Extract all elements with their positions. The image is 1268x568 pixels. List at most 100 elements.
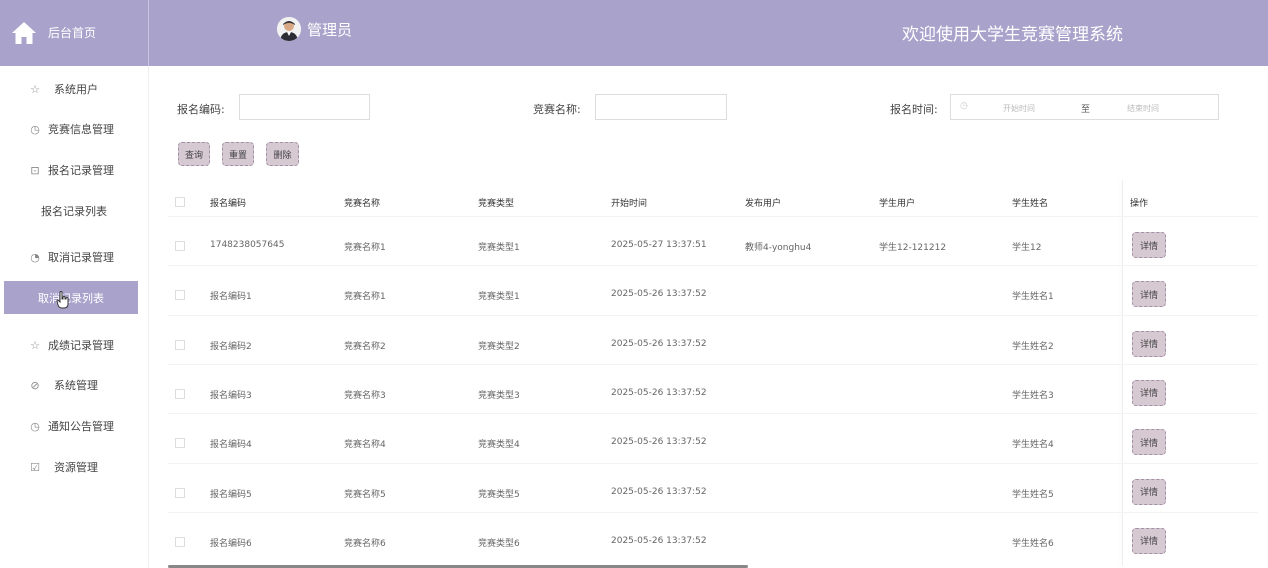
- table-cell: 报名编码6: [210, 538, 252, 549]
- avatar: [277, 17, 301, 41]
- table-cell: 竞赛类型1: [478, 243, 520, 253]
- row-checkbox[interactable]: [175, 487, 185, 498]
- detail-button[interactable]: 详情: [1132, 478, 1166, 505]
- table-cell: 学生12-121212: [879, 243, 947, 253]
- detail-button[interactable]: 详情: [1132, 429, 1166, 456]
- logo-text: 后台首页: [48, 26, 97, 40]
- table-cell: 竞赛名称3: [344, 390, 386, 401]
- detail-button[interactable]: 详情: [1132, 330, 1166, 357]
- name-label: 竞赛名称:: [533, 103, 581, 116]
- row-checkbox[interactable]: [175, 339, 185, 350]
- check-box-icon: ☑: [30, 460, 40, 474]
- name-input[interactable]: [595, 94, 727, 120]
- sidebar-item-notice-management[interactable]: ◷ 通知公告管理: [0, 410, 148, 442]
- table-cell: 竞赛名称4: [344, 440, 386, 451]
- table-cell: 教师4-yonghu4: [745, 243, 812, 253]
- table-cell: 报名编码1: [210, 292, 252, 303]
- delete-button[interactable]: 删除: [266, 142, 299, 166]
- sidebar-item-score-records[interactable]: ☆ 成绩记录管理: [0, 329, 148, 361]
- column-header: 报名编码: [210, 199, 247, 209]
- table-cell: 学生姓名4: [1012, 440, 1054, 451]
- clock-icon: ◷: [960, 101, 968, 111]
- circle-icon: ◔: [30, 250, 40, 264]
- end-date-input[interactable]: 结束时间: [1127, 103, 1159, 114]
- query-button[interactable]: 查询: [178, 142, 210, 166]
- sidebar-item-system-users[interactable]: ☆ 系统用户: [0, 73, 148, 105]
- table-cell: 1748238057645: [210, 240, 285, 250]
- column-header: 竞赛类型: [478, 199, 515, 209]
- detail-button[interactable]: 详情: [1132, 281, 1166, 308]
- table-cell: 2025-05-26 13:37:52: [611, 535, 707, 546]
- table-cell: 学生12: [1012, 243, 1042, 253]
- table-cell: 2025-05-26 13:37:52: [611, 486, 707, 497]
- code-label: 报名编码:: [177, 103, 225, 116]
- table-cell: 竞赛类型2: [478, 341, 520, 352]
- table-cell: 报名编码2: [210, 341, 252, 352]
- row-divider: [168, 216, 1258, 217]
- admin-name: 管理员: [307, 20, 353, 39]
- table-cell: 竞赛类型5: [478, 489, 520, 500]
- user-avatar-icon: [277, 17, 301, 41]
- sidebar-item-resource-management[interactable]: ☑ 资源管理: [0, 451, 148, 483]
- table-cell: 2025-05-26 13:37:52: [611, 289, 707, 300]
- admin-profile[interactable]: 管理员: [277, 17, 352, 41]
- detail-button[interactable]: 详情: [1132, 527, 1166, 554]
- reset-button[interactable]: 重置: [222, 142, 254, 166]
- clock-icon: ◷: [30, 419, 40, 433]
- sidebar-sub-registration-list[interactable]: 报名记录列表: [0, 196, 148, 226]
- table-cell: 2025-05-26 13:37:52: [611, 387, 707, 398]
- row-checkbox[interactable]: [175, 536, 185, 547]
- column-header: 操作: [1130, 199, 1149, 209]
- detail-button[interactable]: 详情: [1132, 379, 1166, 406]
- compass-icon: ⊘: [30, 378, 40, 392]
- table-cell: 竞赛名称6: [344, 538, 386, 549]
- start-date-input[interactable]: 开始时间: [1003, 103, 1035, 114]
- detail-button[interactable]: 详情: [1132, 232, 1166, 258]
- column-header: 学生用户: [879, 199, 916, 209]
- select-all-checkbox[interactable]: [175, 197, 185, 207]
- table-cell: 学生姓名2: [1012, 341, 1054, 352]
- table-cell: 竞赛名称1: [344, 243, 386, 253]
- row-divider: [168, 363, 1258, 365]
- box-icon: ⊡: [30, 163, 40, 177]
- table-cell: 报名编码3: [210, 390, 252, 401]
- table-cell: 2025-05-27 13:37:51: [611, 240, 707, 250]
- sidebar-item-competition-info[interactable]: ◷ 竞赛信息管理: [0, 113, 148, 145]
- table-cell: 竞赛类型4: [478, 440, 520, 451]
- table-cell: 2025-05-26 13:37:52: [611, 338, 707, 349]
- table-cell: 竞赛类型3: [478, 390, 520, 401]
- row-checkbox[interactable]: [175, 438, 185, 449]
- table-cell: 学生姓名3: [1012, 390, 1054, 401]
- row-divider: [168, 462, 1258, 464]
- table-cell: 2025-05-26 13:37:52: [611, 437, 707, 448]
- sidebar-sub-cancel-list[interactable]: 取消记录列表: [4, 281, 138, 314]
- row-checkbox[interactable]: [175, 241, 185, 251]
- row-checkbox[interactable]: [175, 388, 185, 399]
- star-icon: ☆: [30, 338, 40, 352]
- home-link[interactable]: 后台首页: [0, 0, 149, 66]
- welcome-title: 欢迎使用大学生竞赛管理系统: [902, 25, 1123, 45]
- sidebar-item-system-management[interactable]: ⊘ 系统管理: [0, 369, 148, 401]
- sidebar-item-cancel-records[interactable]: ◔ 取消记录管理: [0, 241, 148, 273]
- table-cell: 学生姓名6: [1012, 538, 1054, 549]
- column-header: 竞赛名称: [344, 199, 381, 209]
- star-icon: ☆: [30, 82, 40, 96]
- table-cell: 报名编码5: [210, 489, 252, 500]
- table-cell: 学生姓名1: [1012, 292, 1054, 303]
- top-header: 后台首页 管理员 欢迎使用大学生竞赛管理系统: [0, 0, 1268, 66]
- row-checkbox[interactable]: [175, 290, 185, 301]
- hand-cursor-icon: [56, 291, 69, 309]
- column-header: 开始时间: [611, 199, 648, 209]
- table-cell: 竞赛类型1: [478, 292, 520, 303]
- row-divider: [168, 511, 1258, 513]
- table-cell: 报名编码4: [210, 440, 252, 451]
- date-range-picker[interactable]: ◷ 开始时间 至 结束时间: [950, 94, 1219, 120]
- table-cell: 竞赛类型6: [478, 538, 520, 549]
- table-cell: 竞赛名称1: [344, 292, 386, 303]
- row-divider: [168, 314, 1258, 316]
- table-cell: 学生姓名5: [1012, 489, 1054, 500]
- sidebar-item-registration-records[interactable]: ⊡ 报名记录管理: [0, 154, 148, 186]
- table-cell: 竞赛名称5: [344, 489, 386, 500]
- code-input[interactable]: [239, 94, 370, 120]
- home-icon: [12, 22, 36, 44]
